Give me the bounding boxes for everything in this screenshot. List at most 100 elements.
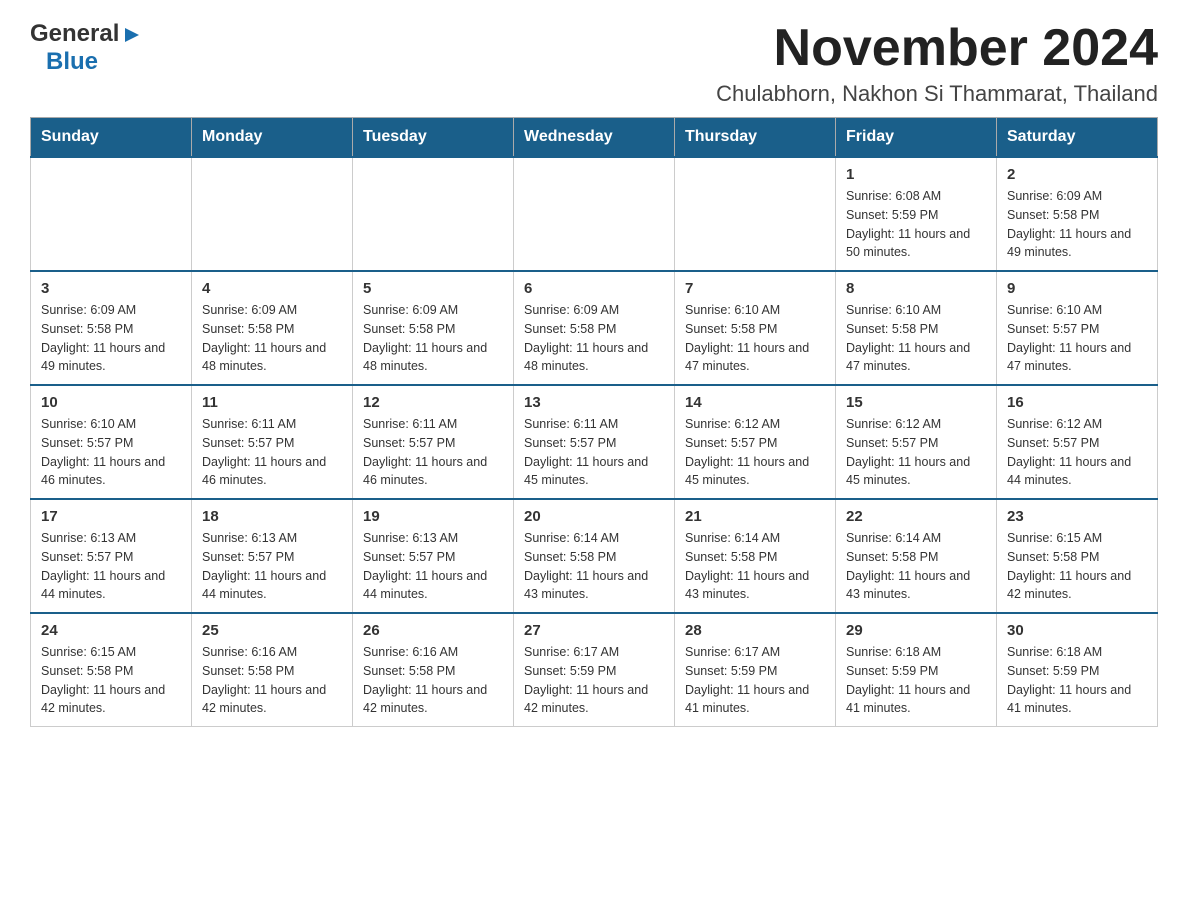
- logo-blue-text: Blue: [46, 48, 98, 76]
- day-number: 12: [363, 394, 503, 411]
- calendar-cell: 6 Sunrise: 6:09 AM Sunset: 5:58 PM Daylig…: [514, 271, 675, 385]
- logo-arrow-icon: [121, 24, 143, 46]
- day-number: 3: [41, 280, 181, 297]
- calendar-cell: 15Sunrise: 6:12 AM Sunset: 5:57 PM Dayli…: [836, 385, 997, 499]
- calendar-cell: 23 Sunrise: 6:15 AM Sunset: 5:58 PM Dayli…: [997, 499, 1158, 613]
- day-number: 27: [524, 622, 664, 639]
- day-number: 10: [41, 394, 181, 411]
- calendar-cell: 27 Sunrise: 6:17 AM Sunset: 5:59 PM Dayli…: [514, 613, 675, 727]
- column-header-friday: Friday: [836, 118, 997, 158]
- calendar-cell: 7 Sunrise: 6:10 AM Sunset: 5:58 PM Daylig…: [675, 271, 836, 385]
- day-number: 11: [202, 394, 342, 411]
- week-row-3: 10 Sunrise: 6:10 AM Sunset: 5:57 PM Dayli…: [31, 385, 1158, 499]
- location-subtitle: Chulabhorn, Nakhon Si Thammarat, Thailan…: [716, 81, 1158, 107]
- column-header-tuesday: Tuesday: [353, 118, 514, 158]
- day-number: 13: [524, 394, 664, 411]
- calendar-cell: [675, 157, 836, 271]
- day-info: Sunrise: 6:09 AM Sunset: 5:58 PM Dayligh…: [524, 301, 664, 376]
- day-info: Sunrise: 6:18 AM Sunset: 5:59 PM Dayligh…: [1007, 643, 1147, 718]
- day-info: Sunrise: 6:13 AM Sunset: 5:57 PM Dayligh…: [363, 529, 503, 604]
- calendar-cell: 1 Sunrise: 6:08 AM Sunset: 5:59 PM Daylig…: [836, 157, 997, 271]
- day-number: 24: [41, 622, 181, 639]
- day-number: 21: [685, 508, 825, 525]
- calendar-cell: 3 Sunrise: 6:09 AM Sunset: 5:58 PM Daylig…: [31, 271, 192, 385]
- column-header-sunday: Sunday: [31, 118, 192, 158]
- day-info: Sunrise: 6:14 AM Sunset: 5:58 PM Dayligh…: [846, 529, 986, 604]
- day-info: Sunrise: 6:10 AM Sunset: 5:58 PM Dayligh…: [685, 301, 825, 376]
- day-info: Sunrise: 6:18 AM Sunset: 5:59 PM Dayligh…: [846, 643, 986, 718]
- day-info: Sunrise: 6:12 AM Sunset: 5:57 PM Dayligh…: [846, 415, 986, 490]
- week-row-2: 3 Sunrise: 6:09 AM Sunset: 5:58 PM Daylig…: [31, 271, 1158, 385]
- calendar-cell: 11 Sunrise: 6:11 AM Sunset: 5:57 PM Dayli…: [192, 385, 353, 499]
- day-info: Sunrise: 6:08 AM Sunset: 5:59 PM Dayligh…: [846, 187, 986, 262]
- day-info: Sunrise: 6:16 AM Sunset: 5:58 PM Dayligh…: [202, 643, 342, 718]
- calendar-cell: 17 Sunrise: 6:13 AM Sunset: 5:57 PM Dayli…: [31, 499, 192, 613]
- day-number: 6: [524, 280, 664, 297]
- day-number: 1: [846, 166, 986, 183]
- day-info: Sunrise: 6:17 AM Sunset: 5:59 PM Dayligh…: [524, 643, 664, 718]
- calendar-cell: 30 Sunrise: 6:18 AM Sunset: 5:59 PM Dayli…: [997, 613, 1158, 727]
- day-number: 14: [685, 394, 825, 411]
- day-info: Sunrise: 6:15 AM Sunset: 5:58 PM Dayligh…: [1007, 529, 1147, 604]
- calendar-cell: 26 Sunrise: 6:16 AM Sunset: 5:58 PM Dayli…: [353, 613, 514, 727]
- day-info: Sunrise: 6:17 AM Sunset: 5:59 PM Dayligh…: [685, 643, 825, 718]
- logo: General Blue: [30, 20, 143, 76]
- day-info: Sunrise: 6:12 AM Sunset: 5:57 PM Dayligh…: [685, 415, 825, 490]
- day-info: Sunrise: 6:16 AM Sunset: 5:58 PM Dayligh…: [363, 643, 503, 718]
- day-info: Sunrise: 6:10 AM Sunset: 5:58 PM Dayligh…: [846, 301, 986, 376]
- day-info: Sunrise: 6:13 AM Sunset: 5:57 PM Dayligh…: [41, 529, 181, 604]
- day-number: 20: [524, 508, 664, 525]
- calendar-cell: 25 Sunrise: 6:16 AM Sunset: 5:58 PM Dayli…: [192, 613, 353, 727]
- day-number: 22: [846, 508, 986, 525]
- column-header-wednesday: Wednesday: [514, 118, 675, 158]
- day-number: 23: [1007, 508, 1147, 525]
- day-number: 8: [846, 280, 986, 297]
- day-number: 25: [202, 622, 342, 639]
- calendar-cell: 5 Sunrise: 6:09 AM Sunset: 5:58 PM Daylig…: [353, 271, 514, 385]
- day-number: 19: [363, 508, 503, 525]
- column-header-monday: Monday: [192, 118, 353, 158]
- calendar-cell: 18Sunrise: 6:13 AM Sunset: 5:57 PM Dayli…: [192, 499, 353, 613]
- day-number: 29: [846, 622, 986, 639]
- day-number: 9: [1007, 280, 1147, 297]
- day-number: 17: [41, 508, 181, 525]
- calendar-cell: 28Sunrise: 6:17 AM Sunset: 5:59 PM Dayli…: [675, 613, 836, 727]
- column-header-saturday: Saturday: [997, 118, 1158, 158]
- day-info: Sunrise: 6:10 AM Sunset: 5:57 PM Dayligh…: [41, 415, 181, 490]
- calendar-cell: 29 Sunrise: 6:18 AM Sunset: 5:59 PM Dayli…: [836, 613, 997, 727]
- day-info: Sunrise: 6:09 AM Sunset: 5:58 PM Dayligh…: [41, 301, 181, 376]
- logo-general-text: General: [30, 20, 119, 48]
- calendar-cell: 19 Sunrise: 6:13 AM Sunset: 5:57 PM Dayli…: [353, 499, 514, 613]
- day-info: Sunrise: 6:15 AM Sunset: 5:58 PM Dayligh…: [41, 643, 181, 718]
- day-info: Sunrise: 6:10 AM Sunset: 5:57 PM Dayligh…: [1007, 301, 1147, 376]
- week-row-1: 1 Sunrise: 6:08 AM Sunset: 5:59 PM Daylig…: [31, 157, 1158, 271]
- day-info: Sunrise: 6:12 AM Sunset: 5:57 PM Dayligh…: [1007, 415, 1147, 490]
- week-row-5: 24 Sunrise: 6:15 AM Sunset: 5:58 PM Dayli…: [31, 613, 1158, 727]
- calendar-header-row: SundayMondayTuesdayWednesdayThursdayFrid…: [31, 118, 1158, 158]
- day-info: Sunrise: 6:11 AM Sunset: 5:57 PM Dayligh…: [202, 415, 342, 490]
- calendar-cell: 20Sunrise: 6:14 AM Sunset: 5:58 PM Dayli…: [514, 499, 675, 613]
- calendar-cell: 14 Sunrise: 6:12 AM Sunset: 5:57 PM Dayli…: [675, 385, 836, 499]
- day-number: 30: [1007, 622, 1147, 639]
- day-info: Sunrise: 6:09 AM Sunset: 5:58 PM Dayligh…: [202, 301, 342, 376]
- month-title: November 2024: [716, 20, 1158, 77]
- day-number: 5: [363, 280, 503, 297]
- day-number: 7: [685, 280, 825, 297]
- day-number: 26: [363, 622, 503, 639]
- day-info: Sunrise: 6:09 AM Sunset: 5:58 PM Dayligh…: [363, 301, 503, 376]
- day-info: Sunrise: 6:11 AM Sunset: 5:57 PM Dayligh…: [524, 415, 664, 490]
- day-number: 2: [1007, 166, 1147, 183]
- calendar-cell: 10 Sunrise: 6:10 AM Sunset: 5:57 PM Dayli…: [31, 385, 192, 499]
- calendar-cell: 4 Sunrise: 6:09 AM Sunset: 5:58 PM Daylig…: [192, 271, 353, 385]
- day-info: Sunrise: 6:11 AM Sunset: 5:57 PM Dayligh…: [363, 415, 503, 490]
- day-number: 4: [202, 280, 342, 297]
- day-info: Sunrise: 6:09 AM Sunset: 5:58 PM Dayligh…: [1007, 187, 1147, 262]
- calendar-cell: [353, 157, 514, 271]
- calendar-cell: [31, 157, 192, 271]
- day-info: Sunrise: 6:14 AM Sunset: 5:58 PM Dayligh…: [685, 529, 825, 604]
- day-info: Sunrise: 6:13 AM Sunset: 5:57 PM Dayligh…: [202, 529, 342, 604]
- calendar-cell: 13 Sunrise: 6:11 AM Sunset: 5:57 PM Dayli…: [514, 385, 675, 499]
- calendar-cell: 2 Sunrise: 6:09 AM Sunset: 5:58 PM Daylig…: [997, 157, 1158, 271]
- calendar-cell: 16Sunrise: 6:12 AM Sunset: 5:57 PM Dayli…: [997, 385, 1158, 499]
- calendar-cell: 9 Sunrise: 6:10 AM Sunset: 5:57 PM Daylig…: [997, 271, 1158, 385]
